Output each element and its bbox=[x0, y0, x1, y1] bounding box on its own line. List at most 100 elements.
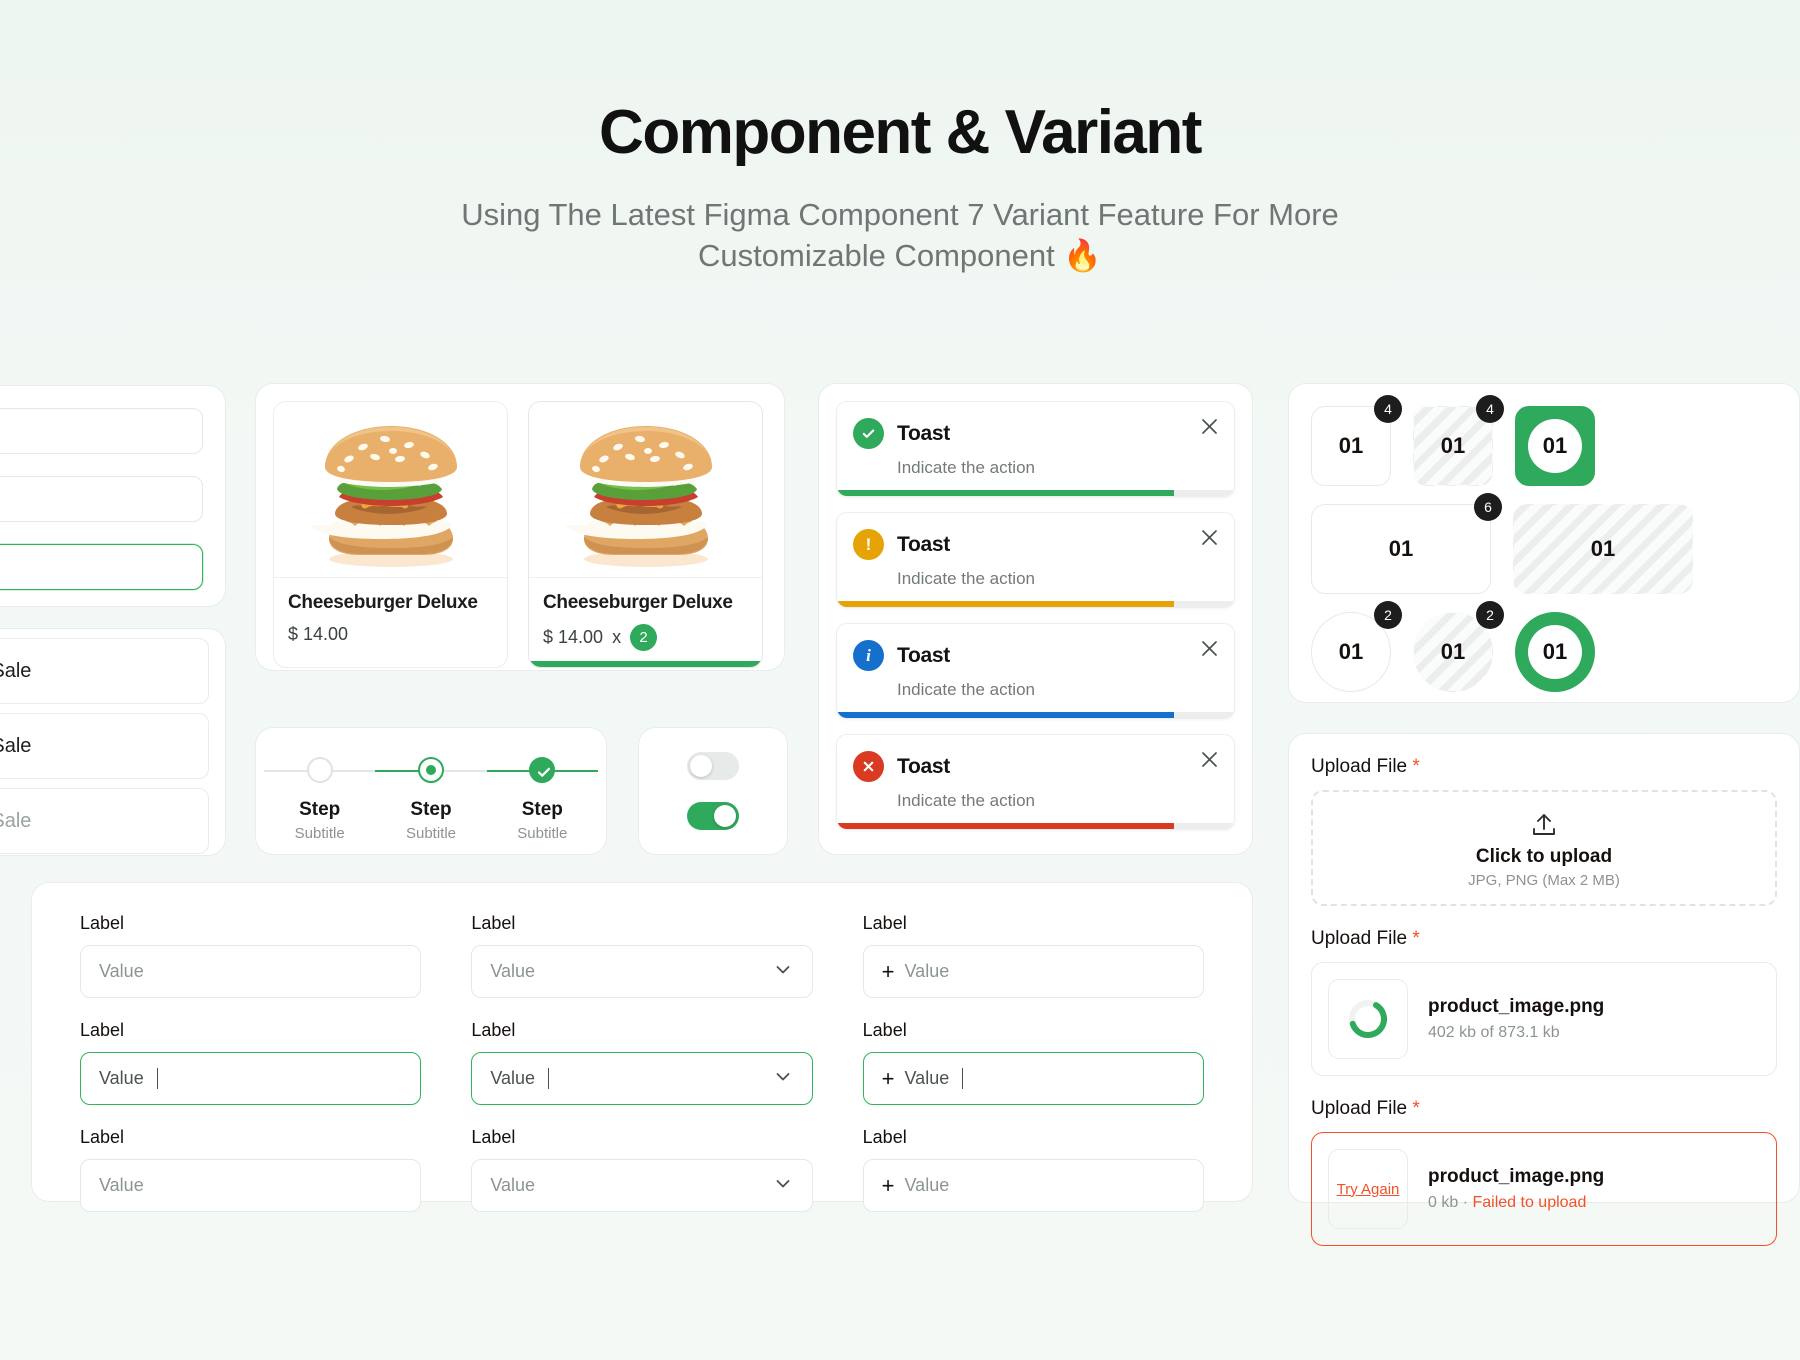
field-label: Label bbox=[862, 913, 907, 933]
toast-description: Indicate the action bbox=[897, 458, 1035, 477]
select-input-3[interactable]: Value bbox=[471, 1159, 813, 1212]
counter-badge: 4 bbox=[1476, 395, 1504, 423]
counter-square-filled[interactable]: 01 bbox=[1515, 406, 1595, 486]
counter-badge: 6 bbox=[1474, 493, 1502, 521]
list-item[interactable]: Point of Sale bbox=[0, 788, 209, 854]
step-subtitle: Subtitle bbox=[405, 825, 457, 842]
step-label: Step bbox=[521, 799, 563, 820]
form-column-text: Label Value Label Value Label Value bbox=[80, 913, 422, 1234]
meta-separator: · bbox=[1462, 1194, 1469, 1211]
counter-square-outline[interactable]: 01 4 bbox=[1311, 395, 1402, 486]
counter-square-hatch[interactable]: 01 4 bbox=[1413, 395, 1504, 486]
add-input-2-focused[interactable]: + Value bbox=[862, 1052, 1204, 1105]
toast-info: i Toast Indicate the action bbox=[836, 623, 1235, 719]
counter-circle-outline[interactable]: 01 2 bbox=[1311, 601, 1402, 692]
upload-error-text: Failed to upload bbox=[1472, 1194, 1587, 1211]
left-input-3-focused[interactable] bbox=[0, 544, 203, 590]
try-again-link[interactable]: Try Again bbox=[1337, 1181, 1400, 1198]
product-card-selected[interactable]: Cheeseburger Deluxe $ 14.00 x 2 bbox=[528, 401, 763, 668]
counter-wide-hatch[interactable]: 01 bbox=[1513, 504, 1693, 594]
close-icon[interactable] bbox=[1199, 749, 1220, 775]
upload-retry-thumb[interactable]: Try Again bbox=[1328, 1149, 1408, 1229]
toast-success: Toast Indicate the action bbox=[836, 401, 1235, 497]
step-dot-done bbox=[529, 757, 556, 783]
toggle-knob bbox=[690, 755, 712, 777]
field-label: Label bbox=[80, 1127, 125, 1147]
field-placeholder: Value bbox=[490, 961, 536, 981]
counter-wide-outline[interactable]: 01 6 bbox=[1311, 493, 1502, 594]
product-price-row: $ 14.00 bbox=[288, 624, 493, 645]
close-icon[interactable] bbox=[1199, 638, 1220, 664]
text-caret bbox=[548, 1068, 550, 1089]
field-value: Value bbox=[99, 1068, 144, 1088]
text-input-3[interactable]: Value bbox=[80, 1159, 422, 1212]
select-input-2-focused[interactable]: Value bbox=[471, 1052, 813, 1105]
list-item[interactable]: Point of Sale bbox=[0, 638, 209, 704]
upload-panel: Upload File * Click to upload JPG, PNG (… bbox=[1288, 733, 1800, 1246]
counter-circle-hatch[interactable]: 01 2 bbox=[1413, 601, 1504, 692]
upload-icon bbox=[1533, 813, 1555, 835]
left-inputs-panel bbox=[0, 385, 226, 607]
toggle-off[interactable] bbox=[687, 752, 739, 780]
field-placeholder: Value bbox=[99, 961, 144, 981]
list-item-label: Point of Sale bbox=[0, 809, 32, 832]
upload-spinner-thumb bbox=[1328, 979, 1408, 1059]
page-header: Component & Variant Using The Latest Fig… bbox=[0, 0, 1800, 277]
upload-file-meta: 402 kb of 873.1 kb bbox=[1428, 1024, 1560, 1041]
text-caret bbox=[156, 1068, 158, 1089]
field-label: Label bbox=[862, 1127, 907, 1147]
upload-label-3: Upload File * bbox=[1311, 1098, 1777, 1120]
counter-value: 01 bbox=[1528, 419, 1582, 473]
form-panel: Label Value Label Value Label Value Labe… bbox=[31, 882, 1253, 1212]
select-input-1[interactable]: Value bbox=[471, 945, 813, 998]
step-1[interactable]: Step Subtitle bbox=[264, 740, 376, 842]
multiplier-symbol: x bbox=[612, 627, 622, 647]
add-input-3[interactable]: + Value bbox=[862, 1159, 1204, 1212]
toast-error: Toast Indicate the action bbox=[836, 734, 1235, 830]
page-title: Component & Variant bbox=[599, 98, 1202, 167]
left-input-2[interactable] bbox=[0, 476, 203, 522]
counter-row-wide: 01 6 01 bbox=[1311, 493, 1777, 594]
counter-value: 01 bbox=[1528, 625, 1582, 679]
text-input-1[interactable]: Value bbox=[80, 945, 422, 998]
toast-progress-fill bbox=[837, 601, 1175, 607]
add-input-1[interactable]: + Value bbox=[862, 945, 1204, 998]
text-caret bbox=[962, 1068, 964, 1089]
toast-progress-fill bbox=[837, 712, 1175, 718]
step-2[interactable]: Step Subtitle bbox=[375, 740, 487, 842]
burger-illustration bbox=[564, 426, 712, 567]
field-value: Value bbox=[490, 1068, 536, 1088]
step-3[interactable]: Step Subtitle bbox=[486, 740, 598, 842]
counter-value: 01 bbox=[1311, 504, 1491, 594]
product-image bbox=[529, 402, 762, 578]
product-card[interactable]: Cheeseburger Deluxe $ 14.00 bbox=[273, 401, 508, 668]
step-dot-active bbox=[417, 757, 444, 783]
toast-progress-fill bbox=[837, 823, 1175, 829]
toast-title: Toast bbox=[897, 754, 950, 778]
list-item[interactable]: Point of Sale bbox=[0, 713, 209, 779]
upload-file-name: product_image.png bbox=[1428, 1166, 1605, 1187]
required-marker: * bbox=[1412, 756, 1420, 777]
form-column-add: Label + Value Label + Value Label + Valu… bbox=[862, 913, 1204, 1234]
product-image bbox=[274, 402, 507, 578]
plus-icon: + bbox=[881, 1172, 895, 1198]
text-input-2-focused[interactable]: Value bbox=[80, 1052, 422, 1105]
chevron-down-icon bbox=[772, 958, 794, 985]
upload-hint: JPG, PNG (Max 2 MB) bbox=[1468, 871, 1620, 889]
product-price-row: $ 14.00 x 2 bbox=[543, 624, 748, 651]
upload-progress-row: product_image.png 402 kb of 873.1 kb bbox=[1311, 962, 1777, 1076]
toast-description: Indicate the action bbox=[897, 680, 1035, 699]
toast-panel: Toast Indicate the action ! Toast Indica… bbox=[818, 383, 1253, 855]
close-icon[interactable] bbox=[1199, 416, 1220, 442]
upload-file-size: 0 kb bbox=[1428, 1194, 1459, 1211]
close-icon[interactable] bbox=[1199, 527, 1220, 553]
toast-title: Toast bbox=[897, 643, 950, 667]
field-label: Label bbox=[80, 1020, 125, 1040]
counter-row-circles: 01 2 01 2 01 bbox=[1311, 601, 1777, 692]
toggle-on[interactable] bbox=[687, 802, 739, 830]
left-input-1[interactable] bbox=[0, 408, 203, 454]
upload-dropzone[interactable]: Click to upload JPG, PNG (Max 2 MB) bbox=[1311, 790, 1777, 906]
counter-circle-filled[interactable]: 01 bbox=[1515, 612, 1595, 692]
toggle-knob bbox=[714, 805, 736, 827]
counter-badge: 2 bbox=[1476, 601, 1504, 629]
